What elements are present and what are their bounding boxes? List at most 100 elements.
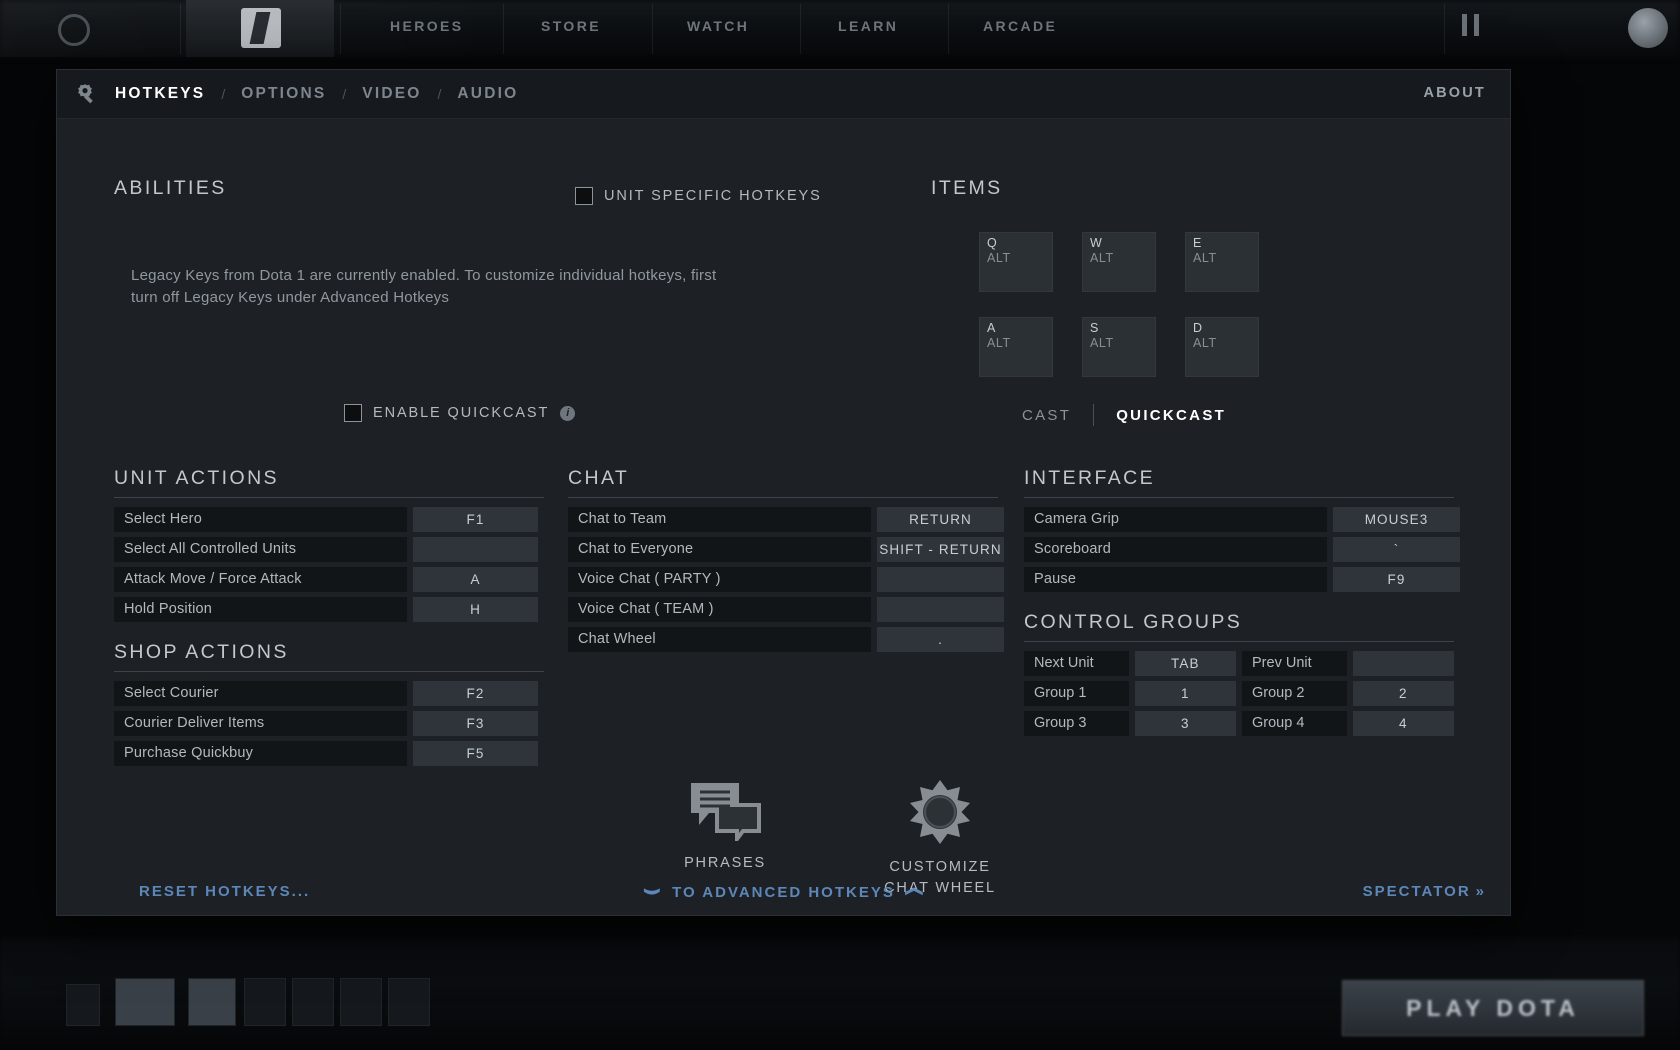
item-slot-w[interactable]: W ALT — [1082, 232, 1156, 292]
table-row[interactable]: Attack Move / Force Attack A — [114, 567, 544, 592]
tab-hotkeys[interactable]: HOTKEYS — [113, 85, 207, 103]
hotkey-key[interactable]: MOUSE3 — [1333, 507, 1460, 532]
enable-quickcast-checkbox[interactable] — [344, 404, 362, 422]
enable-quickcast-row[interactable]: ENABLE QUICKCAST i — [344, 404, 576, 422]
speech-bubbles-icon — [691, 783, 762, 841]
nav-arcade[interactable]: ARCADE — [983, 18, 1057, 34]
item-slot-s[interactable]: S ALT — [1082, 317, 1156, 377]
table-row[interactable]: Courier Deliver Items F3 — [114, 711, 544, 736]
nav-learn[interactable]: LEARN — [838, 18, 898, 34]
nav-heroes[interactable]: HEROES — [390, 18, 464, 34]
table-row[interactable]: Pause F9 — [1024, 567, 1460, 592]
nav-store[interactable]: STORE — [541, 18, 601, 34]
play-dota-button[interactable]: PLAY DOTA — [1342, 980, 1644, 1036]
table-row[interactable]: Chat Wheel . — [568, 627, 1004, 652]
hotkey-name: Group 4 — [1242, 711, 1347, 736]
hotkey-key[interactable] — [1352, 651, 1454, 676]
interface-rule — [1024, 497, 1454, 498]
cast-option[interactable]: CAST — [1000, 407, 1093, 424]
unit-specific-hotkeys-row[interactable]: UNIT SPECIFIC HOTKEYS — [575, 187, 822, 205]
settings-body: ABILITIES UNIT SPECIFIC HOTKEYS ITEMS Q … — [57, 119, 1510, 916]
table-row[interactable]: Voice Chat ( PARTY ) — [568, 567, 1004, 592]
hud-slot-5 — [340, 978, 382, 1026]
table-row[interactable]: Hold Position H — [114, 597, 544, 622]
hud-slot-3 — [244, 978, 286, 1026]
hotkey-name: Next Unit — [1024, 651, 1129, 676]
item-slot-e[interactable]: E ALT — [1185, 232, 1259, 292]
table-row[interactable]: Group 3 3 Group 4 4 — [1024, 711, 1454, 736]
shop-actions-title: SHOP ACTIONS — [114, 641, 289, 663]
spectator-link[interactable]: SPECTATOR » — [1363, 883, 1486, 900]
hotkey-key[interactable] — [877, 597, 1004, 622]
hotkey-name: Voice Chat ( PARTY ) — [568, 567, 871, 592]
tab-options[interactable]: OPTIONS — [239, 85, 328, 103]
settings-panel: HOTKEYS / OPTIONS / VIDEO / AUDIO ABOUT … — [57, 70, 1510, 915]
hotkey-key[interactable]: F1 — [413, 507, 538, 532]
nav-watch[interactable]: WATCH — [687, 18, 749, 34]
hotkey-key[interactable]: H — [413, 597, 538, 622]
table-row[interactable]: Purchase Quickbuy F5 — [114, 741, 544, 766]
hotkey-key[interactable]: RETURN — [877, 507, 1004, 532]
hotkey-name: Group 1 — [1024, 681, 1129, 706]
item-slot-w-key: W — [1090, 236, 1103, 250]
table-row[interactable]: Next Unit TAB Prev Unit — [1024, 651, 1454, 676]
cast-mode-toggle: CAST QUICKCAST — [1000, 404, 1248, 426]
table-row[interactable]: Scoreboard ` — [1024, 537, 1460, 562]
hotkey-key[interactable]: . — [877, 627, 1004, 652]
tab-audio[interactable]: AUDIO — [455, 85, 520, 103]
hotkey-name: Prev Unit — [1242, 651, 1347, 676]
item-slot-d-modifier: ALT — [1193, 336, 1217, 350]
hotkey-name: Group 2 — [1242, 681, 1347, 706]
item-slot-d[interactable]: D ALT — [1185, 317, 1259, 377]
table-row[interactable]: Voice Chat ( TEAM ) — [568, 597, 1004, 622]
hotkey-name: Hold Position — [114, 597, 407, 622]
table-row[interactable]: Camera Grip MOUSE3 — [1024, 507, 1460, 532]
hotkey-name: Chat Wheel — [568, 627, 871, 652]
hotkey-key[interactable]: F3 — [413, 711, 538, 736]
table-row[interactable]: Chat to Team RETURN — [568, 507, 1004, 532]
hotkey-key[interactable]: A — [413, 567, 538, 592]
hotkey-key[interactable]: SHIFT - RETURN — [877, 537, 1004, 562]
table-row[interactable]: Select Hero F1 — [114, 507, 544, 532]
table-row[interactable]: Group 1 1 Group 2 2 — [1024, 681, 1454, 706]
dota-logo-glyph — [241, 8, 281, 48]
enable-quickcast-label: ENABLE QUICKCAST — [373, 405, 550, 421]
notifications-icon — [1462, 14, 1467, 36]
tab-video[interactable]: VIDEO — [360, 85, 423, 103]
hotkey-name: Courier Deliver Items — [114, 711, 407, 736]
item-slot-a[interactable]: A ALT — [979, 317, 1053, 377]
abilities-title: ABILITIES — [114, 177, 227, 199]
interface-title: INTERFACE — [1024, 467, 1156, 489]
unit-specific-hotkeys-checkbox[interactable] — [575, 187, 593, 205]
quickcast-option[interactable]: QUICKCAST — [1094, 407, 1248, 424]
advanced-hotkeys-link[interactable]: ❫ TO ADVANCED HOTKEYS ❬ — [57, 884, 1510, 901]
advanced-hotkeys-label: TO ADVANCED HOTKEYS — [672, 884, 895, 901]
item-slot-d-key: D — [1193, 321, 1203, 335]
unit-specific-hotkeys-label: UNIT SPECIFIC HOTKEYS — [604, 188, 822, 204]
table-row[interactable]: Select All Controlled Units — [114, 537, 544, 562]
shop-actions-rule — [114, 671, 544, 672]
hud-slot-1 — [115, 978, 175, 1026]
table-row[interactable]: Chat to Everyone SHIFT - RETURN — [568, 537, 1004, 562]
hotkey-key[interactable]: F9 — [1333, 567, 1460, 592]
hotkey-key[interactable] — [413, 537, 538, 562]
hotkey-key[interactable]: 3 — [1134, 711, 1236, 736]
hotkey-key[interactable]: 1 — [1134, 681, 1236, 706]
hotkey-key[interactable]: F2 — [413, 681, 538, 706]
hotkey-key[interactable]: ` — [1333, 537, 1460, 562]
hotkey-key[interactable]: TAB — [1134, 651, 1236, 676]
tab-separator-3: / — [437, 86, 442, 102]
hotkey-key[interactable]: 4 — [1352, 711, 1454, 736]
item-slot-q[interactable]: Q ALT — [979, 232, 1053, 292]
hotkey-key[interactable] — [877, 567, 1004, 592]
hotkey-name: Purchase Quickbuy — [114, 741, 407, 766]
hotkey-key[interactable]: 2 — [1352, 681, 1454, 706]
hotkey-name: Chat to Team — [568, 507, 871, 532]
hotkey-key[interactable]: F5 — [413, 741, 538, 766]
settings-tabs: HOTKEYS / OPTIONS / VIDEO / AUDIO — [113, 85, 520, 103]
control-groups-title: CONTROL GROUPS — [1024, 611, 1243, 633]
tab-separator-1: / — [221, 86, 226, 102]
about-link[interactable]: ABOUT — [1423, 85, 1486, 101]
info-icon[interactable]: i — [560, 405, 576, 421]
table-row[interactable]: Select Courier F2 — [114, 681, 544, 706]
